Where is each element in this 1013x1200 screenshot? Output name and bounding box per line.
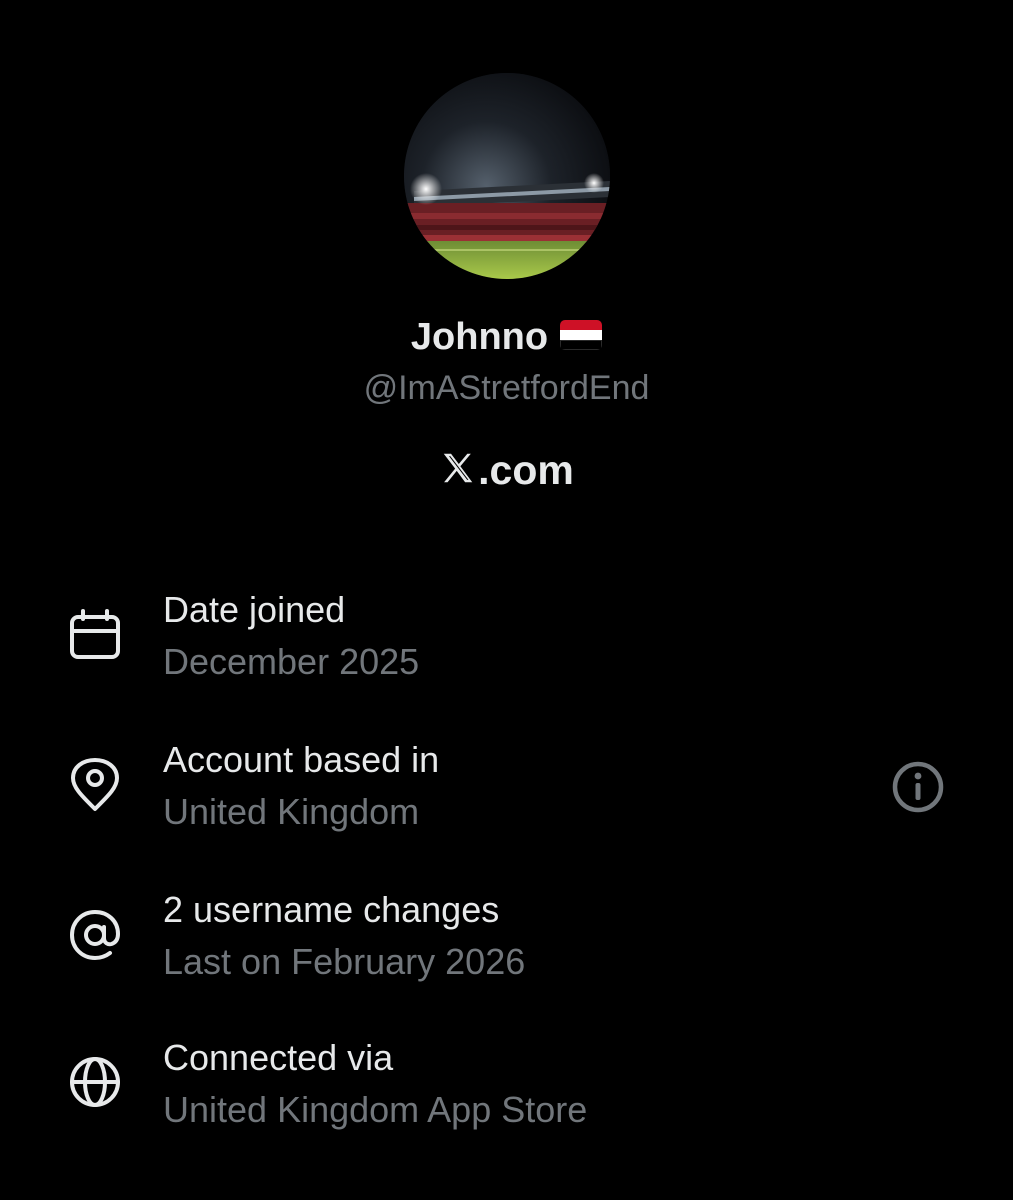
display-name: Johnno (410, 316, 549, 358)
yemen-flag-icon (560, 319, 603, 350)
username-changes-label: 2 username changes (163, 889, 500, 930)
account-based-in-row: Account based in United Kingdom (0, 737, 1013, 847)
avatar[interactable] (404, 73, 610, 279)
globe-icon (67, 1054, 123, 1110)
date-joined-row: Date joined December 2025 (0, 587, 1013, 697)
site-label: .com (0, 443, 1013, 497)
location-pin-icon (67, 757, 123, 813)
connected-via-row: Connected via United Kingdom App Store (0, 1035, 1013, 1145)
site-domain: .com (478, 447, 574, 493)
username-changes-row: 2 username changes Last on February 2026 (0, 887, 1013, 997)
connected-via-label: Connected via (163, 1037, 394, 1078)
info-icon[interactable] (890, 759, 946, 815)
display-name-row: Johnno (0, 310, 1013, 364)
x-logo-icon (443, 453, 473, 483)
username-changes-value: Last on February 2026 (163, 941, 526, 982)
date-joined-label: Date joined (163, 589, 346, 630)
calendar-icon (67, 607, 123, 663)
connected-via-value: United Kingdom App Store (163, 1089, 588, 1130)
account-based-in-label: Account based in (163, 739, 440, 780)
date-joined-value: December 2025 (163, 641, 420, 682)
username-handle[interactable]: @ImAStretfordEnd (0, 364, 1013, 412)
account-based-in-value: United Kingdom (163, 791, 420, 832)
at-sign-icon (67, 907, 123, 963)
